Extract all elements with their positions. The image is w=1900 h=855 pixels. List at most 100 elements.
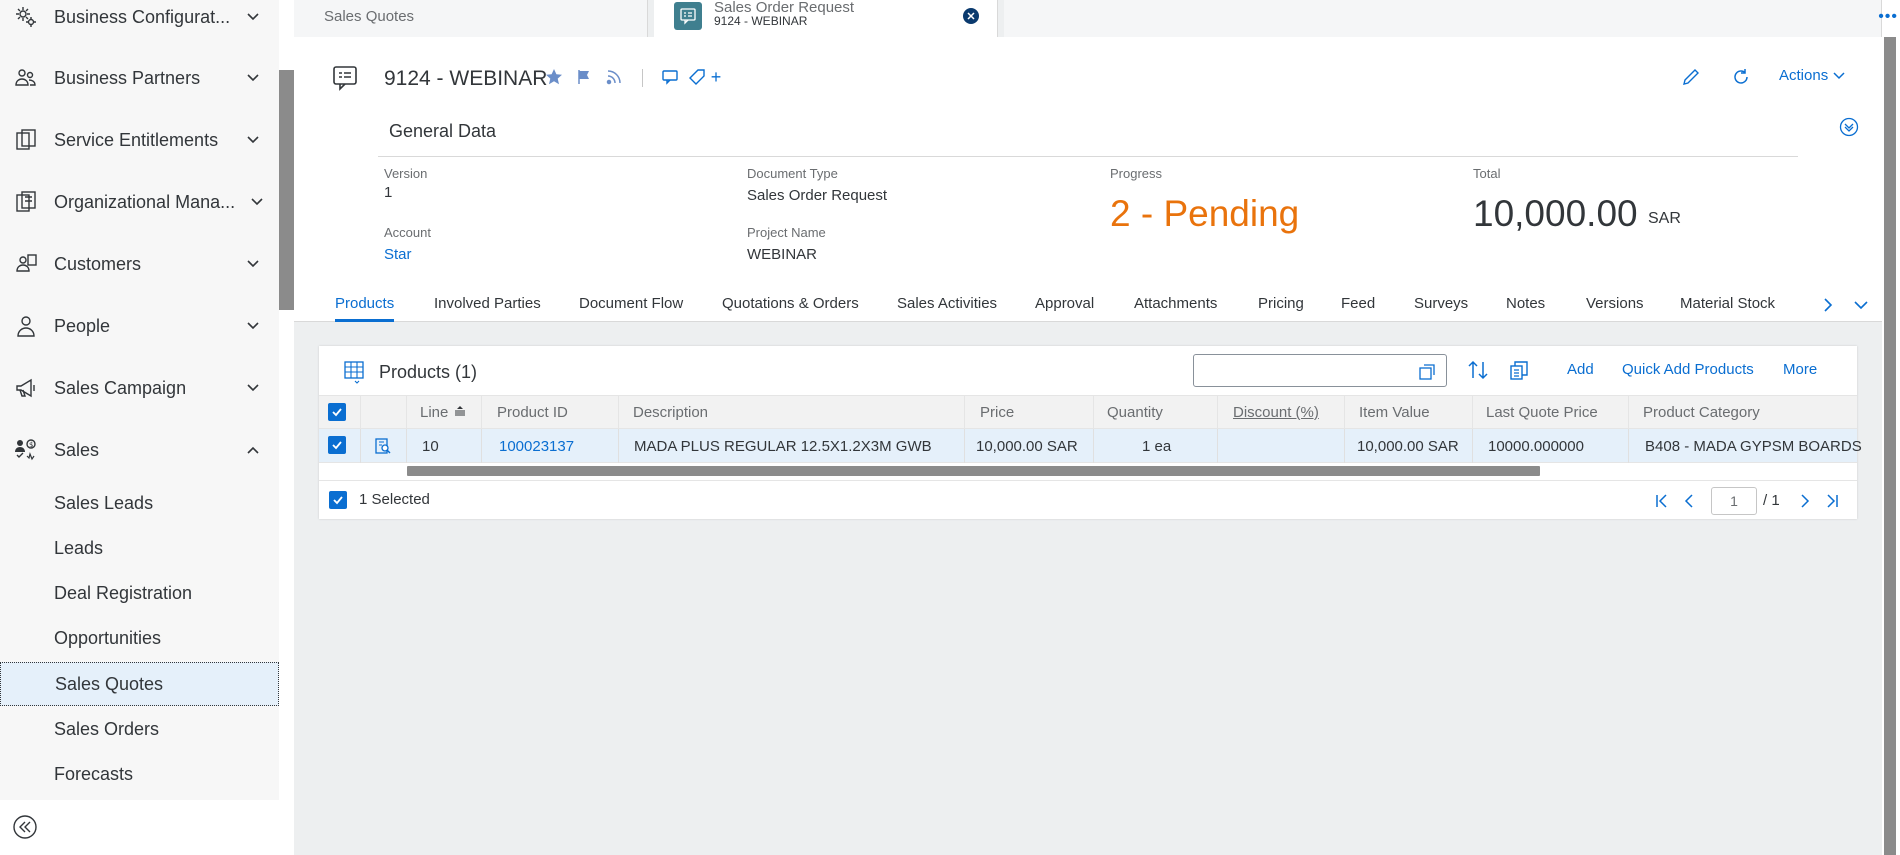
flag-icon[interactable] <box>574 67 594 87</box>
sub-item-label: Sales Quotes <box>55 673 164 694</box>
more-tabs-icon[interactable]: ••• <box>1878 8 1898 26</box>
star-icon[interactable] <box>544 67 564 87</box>
tab-sales-activities[interactable]: Sales Activities <box>897 295 997 312</box>
collapse-sidebar-icon[interactable] <box>12 814 38 840</box>
edit-icon[interactable] <box>1681 67 1701 87</box>
column-header-description[interactable]: Description <box>633 404 708 421</box>
column-header-product-id[interactable]: Product ID <box>497 404 568 421</box>
account-link[interactable]: Star <box>384 246 412 263</box>
chevron-down-icon[interactable] <box>1852 296 1870 314</box>
document-chat-icon <box>333 66 357 91</box>
close-tab-icon[interactable] <box>963 8 979 24</box>
sub-item-sales-orders[interactable]: Sales Orders <box>0 707 279 751</box>
value-help-icon[interactable] <box>1418 363 1436 381</box>
last-page-icon[interactable] <box>1824 493 1840 509</box>
row-select-checkbox[interactable] <box>328 436 346 454</box>
scrollbar-thumb[interactable] <box>1884 37 1896 855</box>
products-title: Products <box>379 362 451 382</box>
cell-product-id-link[interactable]: 100023137 <box>499 438 574 455</box>
nav-item-organizational-management[interactable]: Organizational Mana... <box>0 171 279 233</box>
column-header-last-quote-price[interactable]: Last Quote Price <box>1486 404 1598 421</box>
products-search-field[interactable] <box>1193 354 1447 387</box>
nav-item-service-entitlements[interactable]: Service Entitlements <box>0 109 279 171</box>
tab-attachments[interactable]: Attachments <box>1134 295 1217 312</box>
settings-gear-icon <box>12 3 40 31</box>
expand-header-icon[interactable] <box>1839 117 1859 137</box>
column-header-quantity[interactable]: Quantity <box>1107 404 1163 421</box>
project-name-label: Project Name <box>747 225 826 240</box>
cell-product-category: B408 - MADA GYPSM BOARDS <box>1645 438 1862 455</box>
selected-count-text: 1 Selected <box>359 491 430 508</box>
next-page-icon[interactable] <box>1797 493 1813 509</box>
nav-item-sales-campaign[interactable]: Sales Campaign <box>0 357 279 419</box>
products-search-input[interactable] <box>1200 361 1400 377</box>
column-header-item-value[interactable]: Item Value <box>1359 404 1430 421</box>
tab-pricing[interactable]: Pricing <box>1258 295 1304 312</box>
tag-icon[interactable] <box>688 67 708 87</box>
nav-item-business-partners[interactable]: Business Partners <box>0 47 279 109</box>
object-header: 9124 - WEBINAR + Actions General Data Ve… <box>294 37 1882 322</box>
chevron-right-icon[interactable] <box>1819 296 1837 314</box>
total-label: Total <box>1473 166 1501 181</box>
tab-versions[interactable]: Versions <box>1586 295 1644 312</box>
page-number-input[interactable]: 1 <box>1711 487 1757 515</box>
tab-quotations-orders[interactable]: Quotations & Orders <box>722 295 859 312</box>
chevron-down-icon <box>243 130 263 150</box>
tab-material-stock[interactable]: Material Stock <box>1680 295 1775 312</box>
comment-icon[interactable] <box>660 67 680 87</box>
sub-item-forecasts[interactable]: Forecasts <box>0 752 279 796</box>
nav-item-business-configuration[interactable]: Business Configurat... <box>0 0 279 48</box>
chevron-down-icon <box>247 192 267 212</box>
quick-add-products-button[interactable]: Quick Add Products <box>1622 361 1754 378</box>
sub-item-deal-registration[interactable]: Deal Registration <box>0 571 279 615</box>
document-chat-icon <box>674 2 702 30</box>
sub-item-opportunities[interactable]: Opportunities <box>0 616 279 660</box>
person-icon <box>12 312 40 340</box>
nav-item-customers[interactable]: Customers <box>0 233 279 295</box>
tab-involved-parties[interactable]: Involved Parties <box>434 295 541 312</box>
tab-feed[interactable]: Feed <box>1341 295 1375 312</box>
column-header-product-category[interactable]: Product Category <box>1643 404 1760 421</box>
sub-item-sales-leads[interactable]: Sales Leads <box>0 481 279 525</box>
more-button[interactable]: More <box>1783 361 1817 378</box>
document-type-value: Sales Order Request <box>747 187 888 204</box>
tab-notes[interactable]: Notes <box>1506 295 1545 312</box>
feed-icon[interactable] <box>604 67 624 87</box>
table-grid-icon[interactable] <box>343 360 365 384</box>
tab-document-flow[interactable]: Document Flow <box>579 295 683 312</box>
version-value: 1 <box>384 184 393 201</box>
select-all-footer-checkbox[interactable] <box>329 491 347 509</box>
first-page-icon[interactable] <box>1654 493 1670 509</box>
scrollbar-thumb[interactable] <box>279 70 294 310</box>
nav-item-sales[interactable]: $ Sales <box>0 419 279 481</box>
add-icon[interactable]: + <box>706 67 726 87</box>
add-button[interactable]: Add <box>1567 361 1594 378</box>
tab-products[interactable]: Products <box>335 295 395 322</box>
copy-icon[interactable] <box>1508 359 1530 381</box>
column-header-price[interactable]: Price <box>980 404 1014 421</box>
sidebar-scrollbar[interactable] <box>279 0 294 800</box>
table-horizontal-scrollbar[interactable] <box>407 466 1540 476</box>
sub-item-sales-quotes[interactable]: Sales Quotes <box>0 662 279 706</box>
account-label: Account <box>384 225 431 240</box>
tab-approval[interactable]: Approval <box>1035 295 1094 312</box>
tab-surveys[interactable]: Surveys <box>1414 295 1468 312</box>
column-header-line[interactable]: Line <box>420 404 467 421</box>
tab-subtitle: 9124 - WEBINAR <box>714 14 808 28</box>
nav-item-people[interactable]: People <box>0 295 279 357</box>
table-row[interactable]: 10 100023137 MADA PLUS REGULAR 12.5X1.2X… <box>319 429 1862 463</box>
product-details-icon[interactable] <box>374 437 392 455</box>
column-header-discount[interactable]: Discount (%) <box>1233 404 1319 421</box>
page-scrollbar[interactable] <box>1882 37 1900 855</box>
previous-page-icon[interactable] <box>1681 493 1697 509</box>
sub-item-leads[interactable]: Leads <box>0 526 279 570</box>
actions-menu-button[interactable]: Actions <box>1779 67 1846 84</box>
chevron-down-icon <box>243 254 263 274</box>
refresh-icon[interactable] <box>1731 67 1751 87</box>
select-all-checkbox[interactable] <box>328 403 346 421</box>
tab-sales-order-request[interactable]: Sales Order Request 9124 - WEBINAR <box>654 0 998 37</box>
sub-item-label: Forecasts <box>54 763 134 784</box>
cell-item-value: 10,000.00 SAR <box>1357 438 1459 455</box>
sort-icon[interactable] <box>1467 359 1489 381</box>
tab-sales-quotes[interactable]: Sales Quotes <box>294 0 648 37</box>
